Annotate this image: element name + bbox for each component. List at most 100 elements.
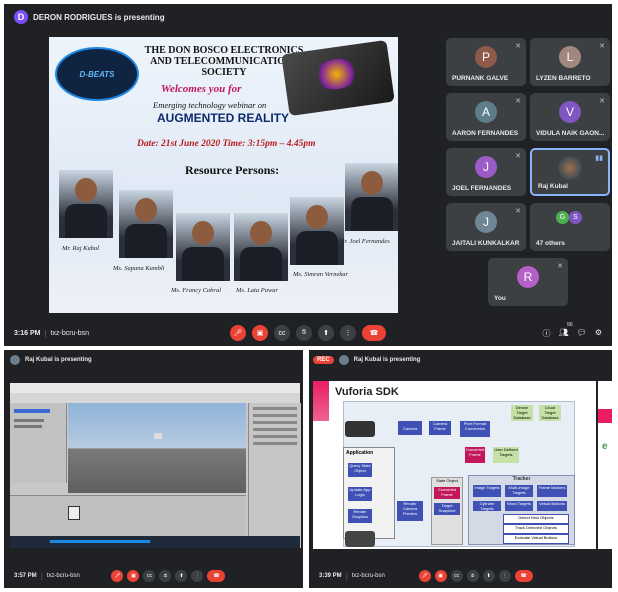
meeting-code: txz-bcru-bsn (50, 329, 90, 337)
mic-off-icon: ✕ (515, 43, 521, 50)
pixel-format-block: Pixel Format Conversion (460, 421, 490, 437)
participant-tile-speaking[interactable]: ▮▮ Raj Kubal (530, 148, 610, 196)
info-icon[interactable]: ⓘ (543, 328, 551, 339)
meeting-time: 3:16 PM (14, 329, 41, 337)
unity-asset-icon (68, 506, 80, 520)
presenting-bar: D DERON RODRIGUES is presenting (4, 4, 612, 30)
resource-heading: Resource Persons: (185, 163, 280, 177)
person-name: Ms. Simran Vernekar (293, 271, 349, 278)
participant-tile[interactable]: L ✕ LYZEN BARRETO (530, 38, 610, 86)
frame-markers-block: Frame Markers (537, 485, 567, 497)
meeting-code: txz-bcru-bsn (46, 573, 80, 579)
captions-button[interactable]: cc (274, 325, 290, 341)
update-logic-block: Update App Logic (348, 487, 372, 501)
render-graphics-block: Render Graphics (348, 509, 372, 523)
participant-name: VIDULA NAIK GAON... (536, 130, 605, 137)
participant-photo (558, 156, 582, 180)
more-options-button[interactable]: ⋮ (191, 570, 204, 582)
phone-image-bottom (345, 531, 375, 547)
mic-off-icon: ✕ (515, 98, 521, 105)
state-converted-frame: Converted Frame (434, 487, 460, 499)
webinar-subtitle: Emerging technology webinar on (153, 100, 267, 110)
self-avatar: R (517, 266, 539, 288)
person-name: Ms. Francy Cabral (171, 287, 222, 294)
present-button[interactable]: ⬆ (175, 570, 188, 582)
raise-hand-button[interactable]: ✋︎ (159, 570, 172, 582)
more-options-button[interactable]: ⋮ (498, 570, 511, 582)
participant-tile[interactable]: P ✕ PURNANK GALVE (446, 38, 526, 86)
raise-hand-button[interactable]: ✋︎ (296, 325, 312, 341)
camera-toggle-button[interactable]: ▣ (434, 570, 447, 582)
unity-share-screenshot: Raj Kubal is presenting 3:57 PM | txz-bc… (4, 350, 303, 588)
shared-slide: D-BEATS THE DON BOSCO ELECTRONICS AND TE… (49, 37, 398, 313)
inspector-panel (248, 403, 301, 548)
participant-avatar: J (475, 156, 497, 178)
participant-name: LYZEN BARRETO (536, 75, 591, 82)
word-targets-block: Word Targets (505, 501, 533, 511)
date-time-line: Date: 21st June 2020 Time: 3:15pm – 4.45… (137, 139, 316, 149)
leave-call-button[interactable]: ☎ (514, 570, 533, 582)
converted-frame-block: Converted Frame (465, 447, 485, 463)
mic-off-icon: ✕ (515, 208, 521, 215)
render-preview-block: Render Camera Preview (397, 501, 423, 521)
participant-avatar: A (475, 101, 497, 123)
user-targets-block: User Defined Targets (493, 447, 519, 463)
person-photo-lata-pawar (234, 213, 288, 281)
mic-off-icon: ✕ (515, 153, 521, 160)
application-label: Application (346, 450, 374, 456)
evaluate-block: Evaluate Virtual Buttons (503, 534, 569, 544)
leave-call-button[interactable]: ☎ (362, 325, 386, 341)
others-count: 47 others (536, 240, 565, 247)
unity-editor-window (10, 383, 301, 548)
captions-button[interactable]: cc (450, 570, 463, 582)
others-tile[interactable]: G S 47 others (530, 203, 610, 251)
camera-toggle-button[interactable]: ▣ (127, 570, 140, 582)
person-name: Mr. Joel Fernandes (339, 238, 390, 245)
meeting-controls-bar: 3:16 PM | txz-bcru-bsn 🎤︎ ▣ cc ✋︎ ⬆ ⋮ ☎ … (4, 320, 612, 346)
mic-toggle-button[interactable]: 🎤︎ (418, 570, 431, 582)
camera-toggle-button[interactable]: ▣ (252, 325, 268, 341)
presenter-avatar: D (14, 10, 28, 24)
participant-name: PURNANK GALVE (452, 75, 509, 82)
participant-tile[interactable]: A ✕ AARON FERNANDES (446, 93, 526, 141)
person-name: Mr. Raj Kubal (62, 245, 100, 252)
participant-tile[interactable]: V ✕ VIDULA NAIK GAON... (530, 93, 610, 141)
detect-block: Detect New Objects (503, 514, 569, 524)
activities-icon[interactable]: ⚙ (595, 328, 602, 339)
participant-tile[interactable]: J ✕ JAITALI KUNKALKAR (446, 203, 526, 251)
participant-tile[interactable]: J ✕ JOEL FERNANDES (446, 148, 526, 196)
participant-name: Raj Kubal (538, 183, 568, 190)
leave-call-button[interactable]: ☎ (207, 570, 226, 582)
participant-name: JAITALI KUNKALKAR (452, 240, 520, 247)
welcome-text: Welcomes you for (161, 83, 242, 95)
image-targets-block: Image Targets (473, 485, 501, 497)
mic-off-icon: ✕ (557, 263, 563, 270)
present-button[interactable]: ⬆ (318, 325, 334, 341)
raise-hand-button[interactable]: ✋︎ (466, 570, 479, 582)
person-photo-raj-kubal (59, 170, 113, 238)
self-tile[interactable]: R ✕ You (488, 258, 568, 306)
mic-toggle-button[interactable]: 🎤︎ (111, 570, 124, 582)
device-db-block: Device Target Database (511, 405, 533, 421)
participant-avatar: V (559, 101, 581, 123)
self-name: You (494, 295, 506, 302)
recording-badge: REC (313, 356, 334, 364)
mic-toggle-button[interactable]: 🎤︎ (230, 325, 246, 341)
chat-icon[interactable]: 💬︎ (577, 328, 587, 339)
cloud-db-block: Cloud Target Database (539, 405, 561, 421)
phone-image-top (345, 421, 375, 437)
people-icon[interactable]: 👥︎ 56 (559, 322, 573, 339)
slide-edge-strip: e (598, 381, 612, 549)
more-options-button[interactable]: ⋮ (340, 325, 356, 341)
present-button[interactable]: ⬆ (482, 570, 495, 582)
main-meeting-screenshot: D DERON RODRIGUES is presenting D-BEATS … (4, 4, 612, 346)
state-object-label: State Object (435, 478, 458, 483)
meeting-controls-bar: 3:39 PM | txz-bcru-bsn 🎤︎ ▣ cc ✋︎ ⬆ ⋮ ☎ (309, 564, 612, 588)
person-name: Ms. Lata Pawar (236, 287, 279, 294)
presenting-bar: Raj Kubal is presenting (4, 350, 303, 370)
slide-accent-bar (313, 381, 329, 421)
captions-button[interactable]: cc (143, 570, 156, 582)
windows-taskbar (10, 536, 300, 548)
meeting-code: txz-bcru-bsn (351, 573, 385, 579)
participant-avatar: P (475, 46, 497, 68)
